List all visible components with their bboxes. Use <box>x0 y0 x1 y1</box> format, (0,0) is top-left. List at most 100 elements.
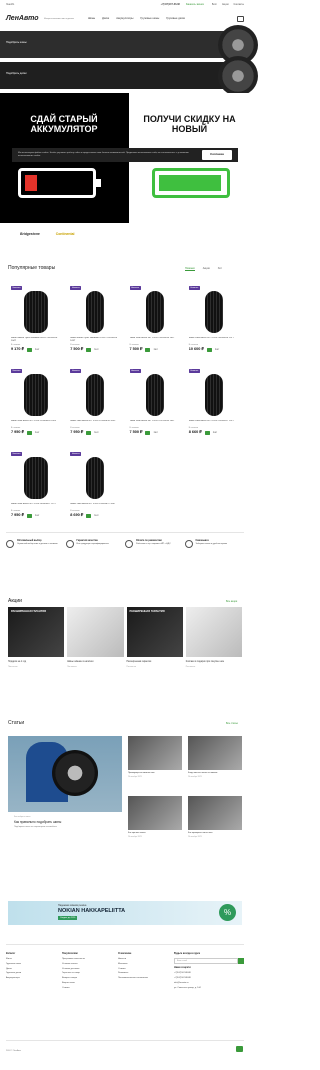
footer-link[interactable]: Диски <box>6 968 56 971</box>
pick-disks-panel[interactable]: Подобрать диски <box>0 56 258 96</box>
article-card[interactable]: Как проверить износ шин 24 октября 2023 <box>188 796 242 852</box>
nokian-banner[interactable]: Надежная зимняя резина NOKIAN HAKKAPELII… <box>8 901 242 925</box>
nav-batteries[interactable]: Аккумуляторы <box>116 17 133 20</box>
tire-icon <box>6 540 14 548</box>
footer-link[interactable]: Условия доставки <box>62 968 112 971</box>
tab-new[interactable]: Новинки <box>185 267 195 272</box>
add-to-cart-button[interactable] <box>26 347 32 352</box>
tire-image <box>204 291 223 333</box>
nav-disks[interactable]: Диски <box>102 17 109 20</box>
pick-tires-panel[interactable]: Подобрать шины <box>0 25 258 65</box>
product-name[interactable]: Шина Viatti Bosco NIT V-526 225/60R18 10… <box>11 420 61 426</box>
location-selector[interactable]: Ленобл. <box>6 3 15 6</box>
product-name[interactable]: Шина Nokian Tyres Nordman 8 SUV 225/55R1… <box>70 337 120 343</box>
site-logo[interactable]: ЛенАвто <box>6 15 44 24</box>
tire-image <box>86 457 105 499</box>
subscribe-email-input[interactable]: Ваш e-mail <box>174 958 238 964</box>
product-name[interactable]: Шина Viatti Bosco NIT V-526 265/65R17 11… <box>11 503 61 509</box>
add-to-cart-button[interactable] <box>145 347 151 352</box>
footer-email[interactable]: info@lenavto.ru <box>174 982 244 985</box>
cookie-accept-button[interactable]: Согласен <box>202 150 232 160</box>
callback-link[interactable]: Заказать звонок <box>186 3 204 6</box>
add-to-cart-button[interactable] <box>26 430 32 435</box>
phone-number[interactable]: +7(347)907-88-88 <box>161 3 180 6</box>
product-card[interactable]: Новинка Шина Viatti Bosco NIT V-526 225/7… <box>127 366 183 446</box>
promo-cards: РАСШИРЕННАЯ ГАРАНТИЯ Подарок на 1 год Пост… <box>8 607 242 687</box>
product-card[interactable]: Новинка Шина Viatti Bosco NIT V-526 265/6… <box>8 449 64 529</box>
product-card[interactable]: Новинка Шина Viatti Bosco NIT V-526 235/6… <box>67 449 123 529</box>
promo-card[interactable]: Колпаки в подарок при покупке шин Постоян… <box>185 607 242 687</box>
article-card[interactable]: Когда менять шины на зимние 24 октября 20… <box>188 736 242 792</box>
article-card[interactable]: Преимущества зимних шин 24 октября 2023 <box>128 736 182 792</box>
quantity: 1шт <box>153 348 158 352</box>
nokian-line2: NOKIAN HAKKAPELIITTA <box>58 908 126 914</box>
footer-link[interactable]: Возврат товара <box>62 977 112 980</box>
footer-link[interactable]: Шины <box>6 958 56 961</box>
footer-link[interactable]: Новости <box>118 958 168 961</box>
add-to-cart-button[interactable] <box>145 430 151 435</box>
brand-bridgestone[interactable]: Bridgestone <box>20 232 40 236</box>
promo-card[interactable]: Шины зимние в наличии Постоянно <box>67 607 124 687</box>
tab-hit[interactable]: Хит <box>218 267 222 271</box>
new-badge: Новинка <box>11 452 23 456</box>
add-to-cart-button[interactable] <box>206 347 212 352</box>
promo-card[interactable]: РАСШИРЕННАЯ ГАРАНТИЯ Расширенная гарантия… <box>126 607 183 687</box>
footer-link[interactable]: Аккумуляторы <box>6 977 56 980</box>
add-to-cart-button[interactable] <box>86 513 92 518</box>
product-name[interactable]: Шина Viatti Bosco NIT V-526 225/60R18 10… <box>70 420 120 426</box>
footer-phone[interactable]: +7(347)907-88-88 <box>174 972 244 975</box>
product-card[interactable]: Новинка Шина Viatti Bosco NIT V-526 235/6… <box>186 283 242 363</box>
all-articles-link[interactable]: Все статьи <box>226 722 238 725</box>
nav-tires[interactable]: Шины <box>88 17 95 20</box>
article-tag: Как выбрать шины <box>14 816 31 818</box>
footer-link[interactable]: Магазины <box>118 963 168 966</box>
footer-link[interactable]: Вопрос-ответ <box>62 982 112 985</box>
blog-link[interactable]: Блог <box>212 3 217 6</box>
footer-link[interactable]: Грузовые диски <box>6 972 56 975</box>
footer-link[interactable]: Условия оплаты <box>62 963 112 966</box>
footer-link[interactable]: Гарантия на товар <box>62 972 112 975</box>
pick-tires-label: Подобрать шины <box>6 41 27 44</box>
footer-link[interactable]: Реквизиты <box>118 972 168 975</box>
product-price: 7 950 ₽ <box>11 513 24 518</box>
footer-link[interactable]: Отзывы <box>62 987 112 990</box>
product-name[interactable]: Шина Nokian Tyres Nordman 8SUV 235/55R18… <box>11 337 61 343</box>
footer-phone-2[interactable]: +7(347)907-88-88 <box>174 977 244 980</box>
feature-item: Оплата по реквизитам Работаем с юр. лицам… <box>125 540 185 564</box>
subscribe-button[interactable] <box>238 958 244 964</box>
footer-link[interactable]: Программа лояльности <box>62 958 112 961</box>
footer-link[interactable]: Пользовательское соглашение <box>118 977 168 980</box>
quantity: 1шт <box>34 348 40 352</box>
add-to-cart-button[interactable] <box>86 430 92 435</box>
product-name[interactable]: Шина Viatti Bosco NIT V-526 235/65R17 10… <box>70 503 120 509</box>
product-card[interactable]: Новинка Шина Nokian Tyres Nordman 8 SUV 2… <box>67 283 123 363</box>
product-card[interactable]: Новинка Шина Viatti Bosco NIT V-526 235/5… <box>127 283 183 363</box>
product-card[interactable]: Новинка Шина Viatti Bosco NIT V-526 225/6… <box>186 366 242 446</box>
contacts-link[interactable]: Контакты <box>234 3 244 6</box>
product-name[interactable]: Шина Viatti Bosco NIT V-526 225/65R17 10… <box>189 420 239 426</box>
product-card[interactable]: Новинка Шина Nokian Tyres Nordman 8SUV 23… <box>8 283 64 363</box>
article-card[interactable]: Как хранить шины 24 октября 2023 <box>128 796 182 852</box>
product-card[interactable]: Новинка Шина Viatti Bosco NIT V-526 225/6… <box>67 366 123 446</box>
product-price: 7 950 ₽ <box>70 430 84 435</box>
product-name[interactable]: Шина Viatti Bosco NIT V-526 235/55R18 10… <box>130 337 180 343</box>
featured-article[interactable]: Как выбрать шины Как правильно подобрать… <box>8 736 122 852</box>
brand-continental[interactable]: Continental <box>56 232 75 236</box>
nav-truck-tires[interactable]: Грузовые шины <box>140 17 159 20</box>
promo-card[interactable]: РАСШИРЕННАЯ ГАРАНТИЯ Подарок на 1 год Пост… <box>8 607 65 687</box>
promo-link[interactable]: Акции <box>222 3 229 6</box>
add-to-cart-button[interactable] <box>204 430 210 435</box>
scroll-top-button[interactable] <box>236 1046 243 1052</box>
add-to-cart-button[interactable] <box>26 513 32 518</box>
tab-promo[interactable]: Акция <box>203 267 210 271</box>
add-to-cart-button[interactable] <box>86 347 92 352</box>
product-name[interactable]: Шина Viatti Bosco NIT V-526 225/70R16 10… <box>130 420 180 426</box>
product-name[interactable]: Шина Viatti Bosco NIT V-526 235/60R18 10… <box>189 337 239 343</box>
nav-truck-disks[interactable]: Грузовые диски <box>166 17 185 20</box>
cart-icon[interactable] <box>237 16 244 22</box>
footer-link[interactable]: Отзывы <box>118 968 168 971</box>
all-promos-link[interactable]: Все акции <box>226 600 237 603</box>
product-card[interactable]: Новинка Шина Viatti Bosco NIT V-526 225/6… <box>8 366 64 446</box>
promos-title: Акции <box>8 598 22 604</box>
footer-link[interactable]: Грузовые шины <box>6 963 56 966</box>
